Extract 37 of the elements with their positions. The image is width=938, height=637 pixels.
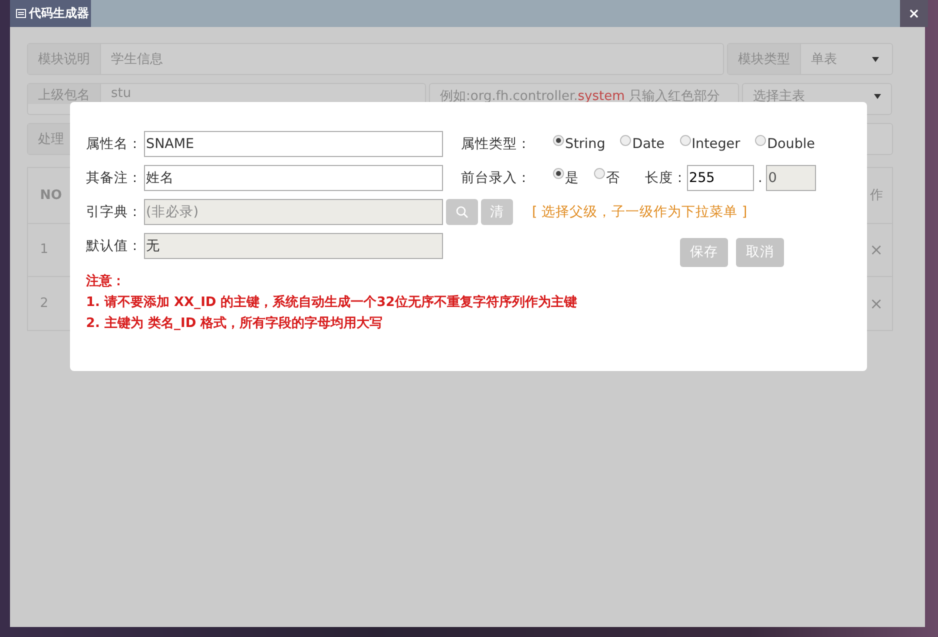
remark-field[interactable]: 姓名 [144, 165, 443, 191]
field-value: stu [111, 86, 132, 101]
radio-option[interactable]: 否 [594, 169, 620, 187]
hint-text: [ 选择父级，子一级作为下拉菜单 ] [532, 203, 748, 221]
attribute-name-field[interactable]: SNAME [144, 131, 443, 157]
field-value: 学生信息 [111, 51, 163, 68]
field-label: 前台录入： [461, 169, 532, 187]
window-title: 代码生成器 [29, 5, 89, 22]
field-label: 上级包名 [38, 87, 90, 104]
table-cell: 1 [40, 242, 48, 258]
note-text: 1. 请不要添加 XX_ID 的主键，系统自动生成一个32位无序不重复字符序列作为主键 [86, 294, 578, 312]
field-label: 默认值： [86, 237, 143, 255]
select-value: 选择主表 [753, 88, 805, 105]
note-text: 注意： [86, 272, 126, 291]
radio-option[interactable]: Date [620, 136, 665, 152]
field-label: 属性名： [86, 135, 143, 153]
radio-option[interactable]: Double [755, 136, 815, 152]
window-icon [16, 9, 26, 18]
search-button[interactable] [446, 199, 478, 225]
column-header: NO [40, 188, 62, 203]
field-label: 模块说明 [38, 51, 90, 68]
column-header: 作 [870, 187, 883, 204]
separator-text: . [758, 170, 762, 186]
package-hint: 例如:org.fh.controller.system 只输入红色部分 [440, 88, 720, 105]
radio-option[interactable]: Integer [680, 136, 740, 152]
note-text: 2. 主键为 类名_ID 格式，所有字段的字母均用大写 [86, 314, 384, 333]
close-button[interactable]: × [900, 0, 928, 27]
radio-option[interactable]: String [553, 136, 606, 152]
length-field[interactable]: 255 [687, 165, 754, 191]
field-label: 其备注： [86, 169, 143, 187]
field-label: 引字典： [86, 203, 143, 221]
field-label: 属性类型： [461, 135, 532, 153]
radio-option[interactable]: 是 [553, 169, 579, 187]
field-label: 处理 [38, 131, 64, 148]
table-cell: 2 [40, 296, 48, 312]
search-icon [456, 206, 468, 218]
field-label: 长度： [645, 169, 687, 187]
